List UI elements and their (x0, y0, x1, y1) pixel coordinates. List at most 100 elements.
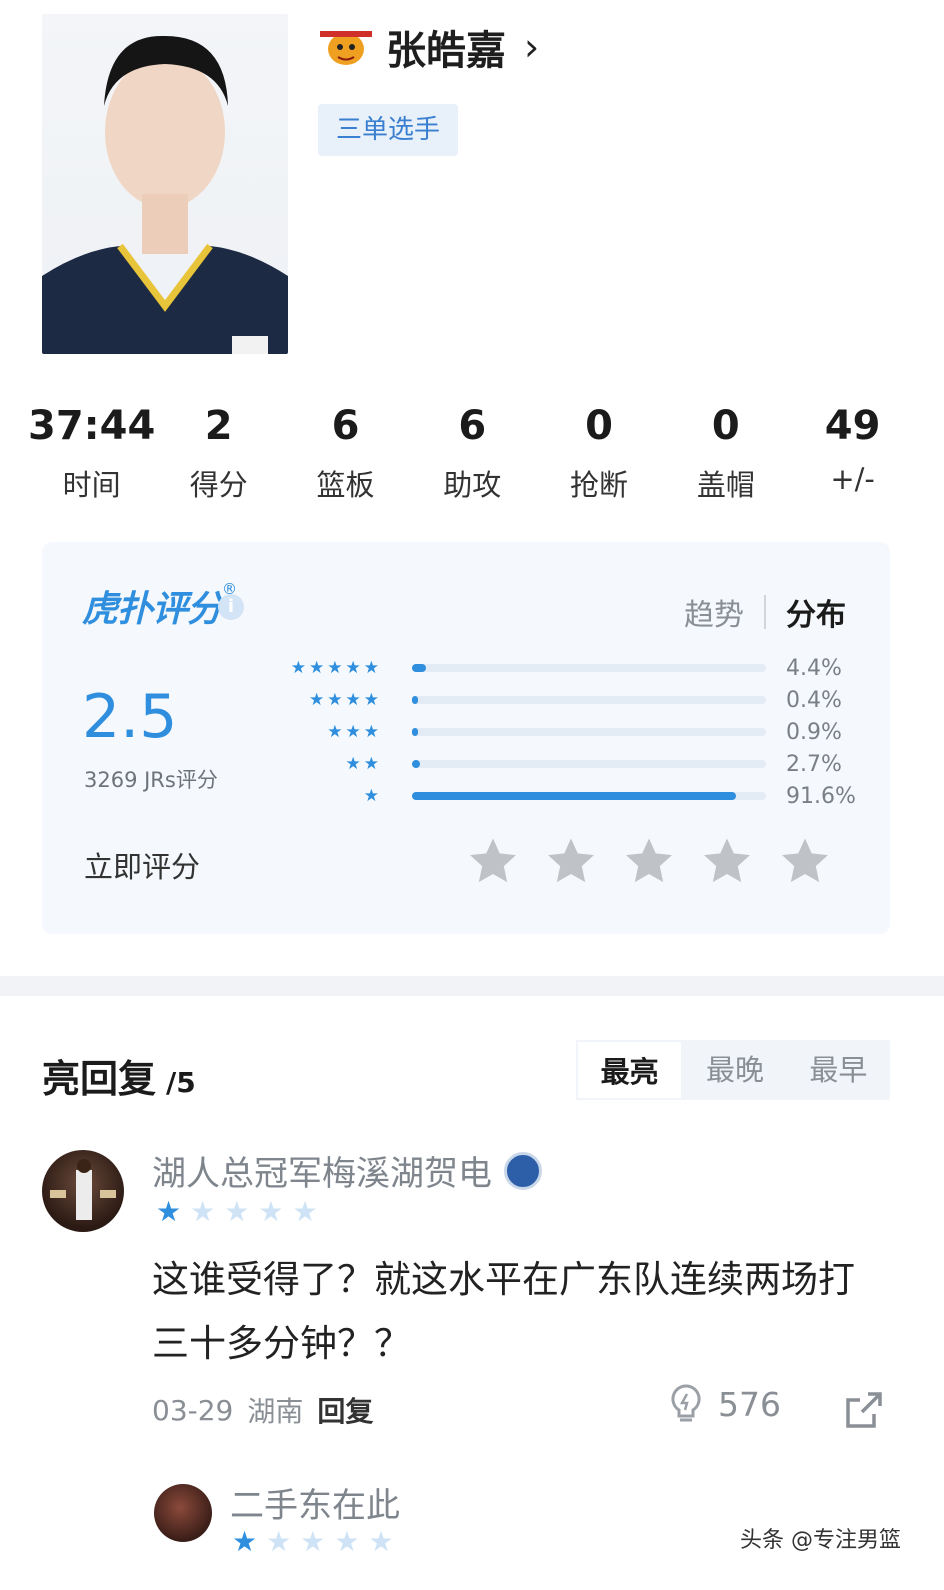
stat-label: 得分 (189, 468, 248, 502)
distribution-bar-fill (412, 728, 418, 736)
hupu-rating-logo: 虎扑评分® (82, 580, 237, 632)
star-empty-icon: ★ (292, 1195, 318, 1228)
chevron-right-icon[interactable]: › (524, 25, 539, 69)
stat-plus-minus: 49 +/- (789, 400, 916, 504)
star-level-icons: ★★★★★ (290, 658, 382, 678)
info-icon[interactable]: i (218, 594, 244, 620)
star-icon[interactable] (700, 834, 754, 888)
comment-date: 03-29 (152, 1393, 234, 1427)
stat-label: 时间 (62, 468, 121, 502)
replies-count: /5 (166, 1066, 196, 1099)
avatar[interactable] (42, 1150, 124, 1232)
distribution-row-5: ★★★★★ 4.4% (272, 654, 872, 682)
star-level-icons: ★ (363, 786, 382, 806)
stat-value: 6 (458, 403, 487, 449)
stat-value: 0 (711, 403, 740, 449)
star-filled-icon: ★ (156, 1195, 182, 1228)
stat-steals: 0 抢断 (536, 400, 663, 504)
comment-location: 湖南 (247, 1395, 304, 1428)
reply-button[interactable]: 回复 (317, 1390, 373, 1430)
star-icon[interactable] (622, 834, 676, 888)
stat-value: 37:44 (28, 403, 156, 449)
rating-card: 虎扑评分® i 趋势 分布 2.5 3269 JRs评分 ★★★★★ 4.4% … (42, 542, 890, 934)
user-rating-stars: ★ ★ ★ ★ ★ (156, 1198, 318, 1226)
player-photo (42, 14, 288, 354)
player-header[interactable]: 张皓嘉 › (320, 18, 539, 76)
section-divider (0, 976, 944, 996)
rate-now-label: 立即评分 (84, 850, 201, 884)
stat-rebounds: 6 篮板 (282, 400, 409, 504)
user-rating-stars: ★ ★ ★ ★ ★ (232, 1528, 394, 1556)
comment-meta: 03-29 湖南 回复 (152, 1390, 373, 1430)
watermark: 头条 @专注男篮 (740, 1528, 901, 1553)
username[interactable]: 湖人总冠军梅溪湖贺电 (152, 1146, 492, 1195)
distribution-bar (412, 728, 766, 736)
stat-value: 0 (585, 403, 613, 449)
stat-points: 2 得分 (155, 400, 282, 504)
reply-sort-tabs: 最亮 最晚 最早 (576, 1040, 890, 1100)
star-level-icons: ★★ (345, 754, 382, 774)
tab-divider (764, 595, 766, 629)
star-filled-icon: ★ (232, 1525, 258, 1558)
share-icon[interactable] (844, 1390, 884, 1430)
average-score: 2.5 (82, 682, 178, 752)
star-level-icons: ★★★★ (309, 690, 382, 710)
distribution-bar (412, 664, 766, 672)
distribution-row-2: ★★ 2.7% (272, 750, 872, 778)
sort-tab-earliest[interactable]: 最早 (787, 1040, 890, 1100)
distribution-row-1: ★ 91.6% (272, 782, 872, 810)
star-empty-icon: ★ (300, 1525, 326, 1558)
star-icon[interactable] (778, 834, 832, 888)
stat-blocks: 0 盖帽 (662, 400, 789, 504)
like-button[interactable]: 576 (668, 1384, 781, 1424)
player-tag-badge: 三单选手 (318, 104, 458, 156)
stat-label: 抢断 (570, 468, 629, 502)
comment-text: 这谁受得了？就这水平在广东队连续两场打三十多分钟？？ (152, 1258, 855, 1365)
distribution-percent: 0.4% (786, 687, 842, 713)
stat-label: 篮板 (316, 468, 375, 502)
distribution-percent: 91.6% (786, 783, 856, 809)
sort-tab-latest[interactable]: 最晚 (683, 1040, 786, 1100)
tab-distribution[interactable]: 分布 (786, 590, 846, 634)
star-empty-icon: ★ (190, 1195, 216, 1228)
star-empty-icon: ★ (258, 1195, 284, 1228)
team-logo-icon (320, 31, 372, 65)
distribution-bar-fill (412, 696, 418, 704)
stat-value: 49 (824, 403, 881, 449)
stat-assists: 6 助攻 (409, 400, 536, 504)
distribution-percent: 2.7% (786, 751, 842, 777)
stat-label: 助攻 (443, 468, 502, 502)
distribution-percent: 4.4% (786, 655, 842, 681)
distribution-bar-fill (412, 664, 426, 672)
stat-label: +/- (830, 462, 875, 496)
distribution-percent: 0.9% (786, 719, 842, 745)
star-level-icons: ★★★ (327, 722, 382, 742)
rate-stars-input[interactable] (466, 834, 832, 888)
stat-value: 6 (331, 403, 360, 449)
rating-count: 3269 JRs评分 (84, 768, 218, 792)
distribution-bar (412, 792, 766, 800)
star-empty-icon: ★ (266, 1525, 292, 1558)
username[interactable]: 二手东在此 (230, 1478, 400, 1527)
star-icon[interactable] (466, 834, 520, 888)
star-empty-icon: ★ (334, 1525, 360, 1558)
stat-time: 37:44 时间 (28, 400, 155, 504)
avatar[interactable] (154, 1484, 212, 1542)
distribution-bar (412, 696, 766, 704)
reply-user[interactable]: 湖人总冠军梅溪湖贺电 (152, 1146, 542, 1195)
level-badge-icon (504, 1151, 542, 1190)
tab-trend[interactable]: 趋势 (684, 590, 744, 634)
stat-label: 盖帽 (696, 468, 755, 502)
logo-text: 虎扑评分 (82, 589, 223, 630)
distribution-bar-fill (412, 760, 420, 768)
rating-view-tabs: 趋势 分布 (684, 590, 846, 634)
replies-title-text: 亮回复 (42, 1057, 157, 1101)
distribution-bar-fill (412, 792, 737, 800)
like-count: 576 (718, 1384, 781, 1424)
star-icon[interactable] (544, 834, 598, 888)
star-empty-icon: ★ (368, 1525, 394, 1558)
distribution-row-3: ★★★ 0.9% (272, 718, 872, 746)
distribution-bar (412, 760, 766, 768)
stat-value: 2 (204, 403, 233, 449)
sort-tab-best[interactable]: 最亮 (576, 1040, 684, 1100)
